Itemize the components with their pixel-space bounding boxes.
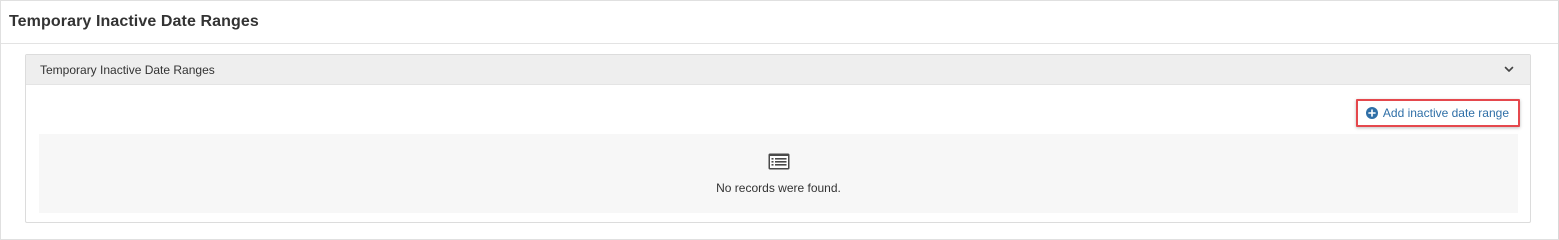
add-inactive-date-range-button[interactable]: Add inactive date range (1355, 99, 1520, 127)
panel-heading-label: Temporary Inactive Date Ranges (40, 62, 215, 77)
empty-message: No records were found. (716, 180, 841, 195)
page-header: Temporary Inactive Date Ranges (1, 1, 1558, 44)
page: Temporary Inactive Date Ranges Temporary… (0, 0, 1559, 240)
add-button-label: Add inactive date range (1382, 106, 1509, 120)
inactive-ranges-panel: Temporary Inactive Date Ranges Add inact… (25, 54, 1531, 223)
panel-toolbar: Add inactive date range (1355, 99, 1520, 127)
chevron-down-icon[interactable] (1502, 63, 1516, 77)
list-icon (768, 153, 790, 170)
page-title: Temporary Inactive Date Ranges (9, 13, 259, 30)
panel-heading[interactable]: Temporary Inactive Date Ranges (26, 55, 1530, 85)
empty-state: No records were found. (39, 134, 1518, 213)
plus-circle-icon (1365, 107, 1378, 119)
